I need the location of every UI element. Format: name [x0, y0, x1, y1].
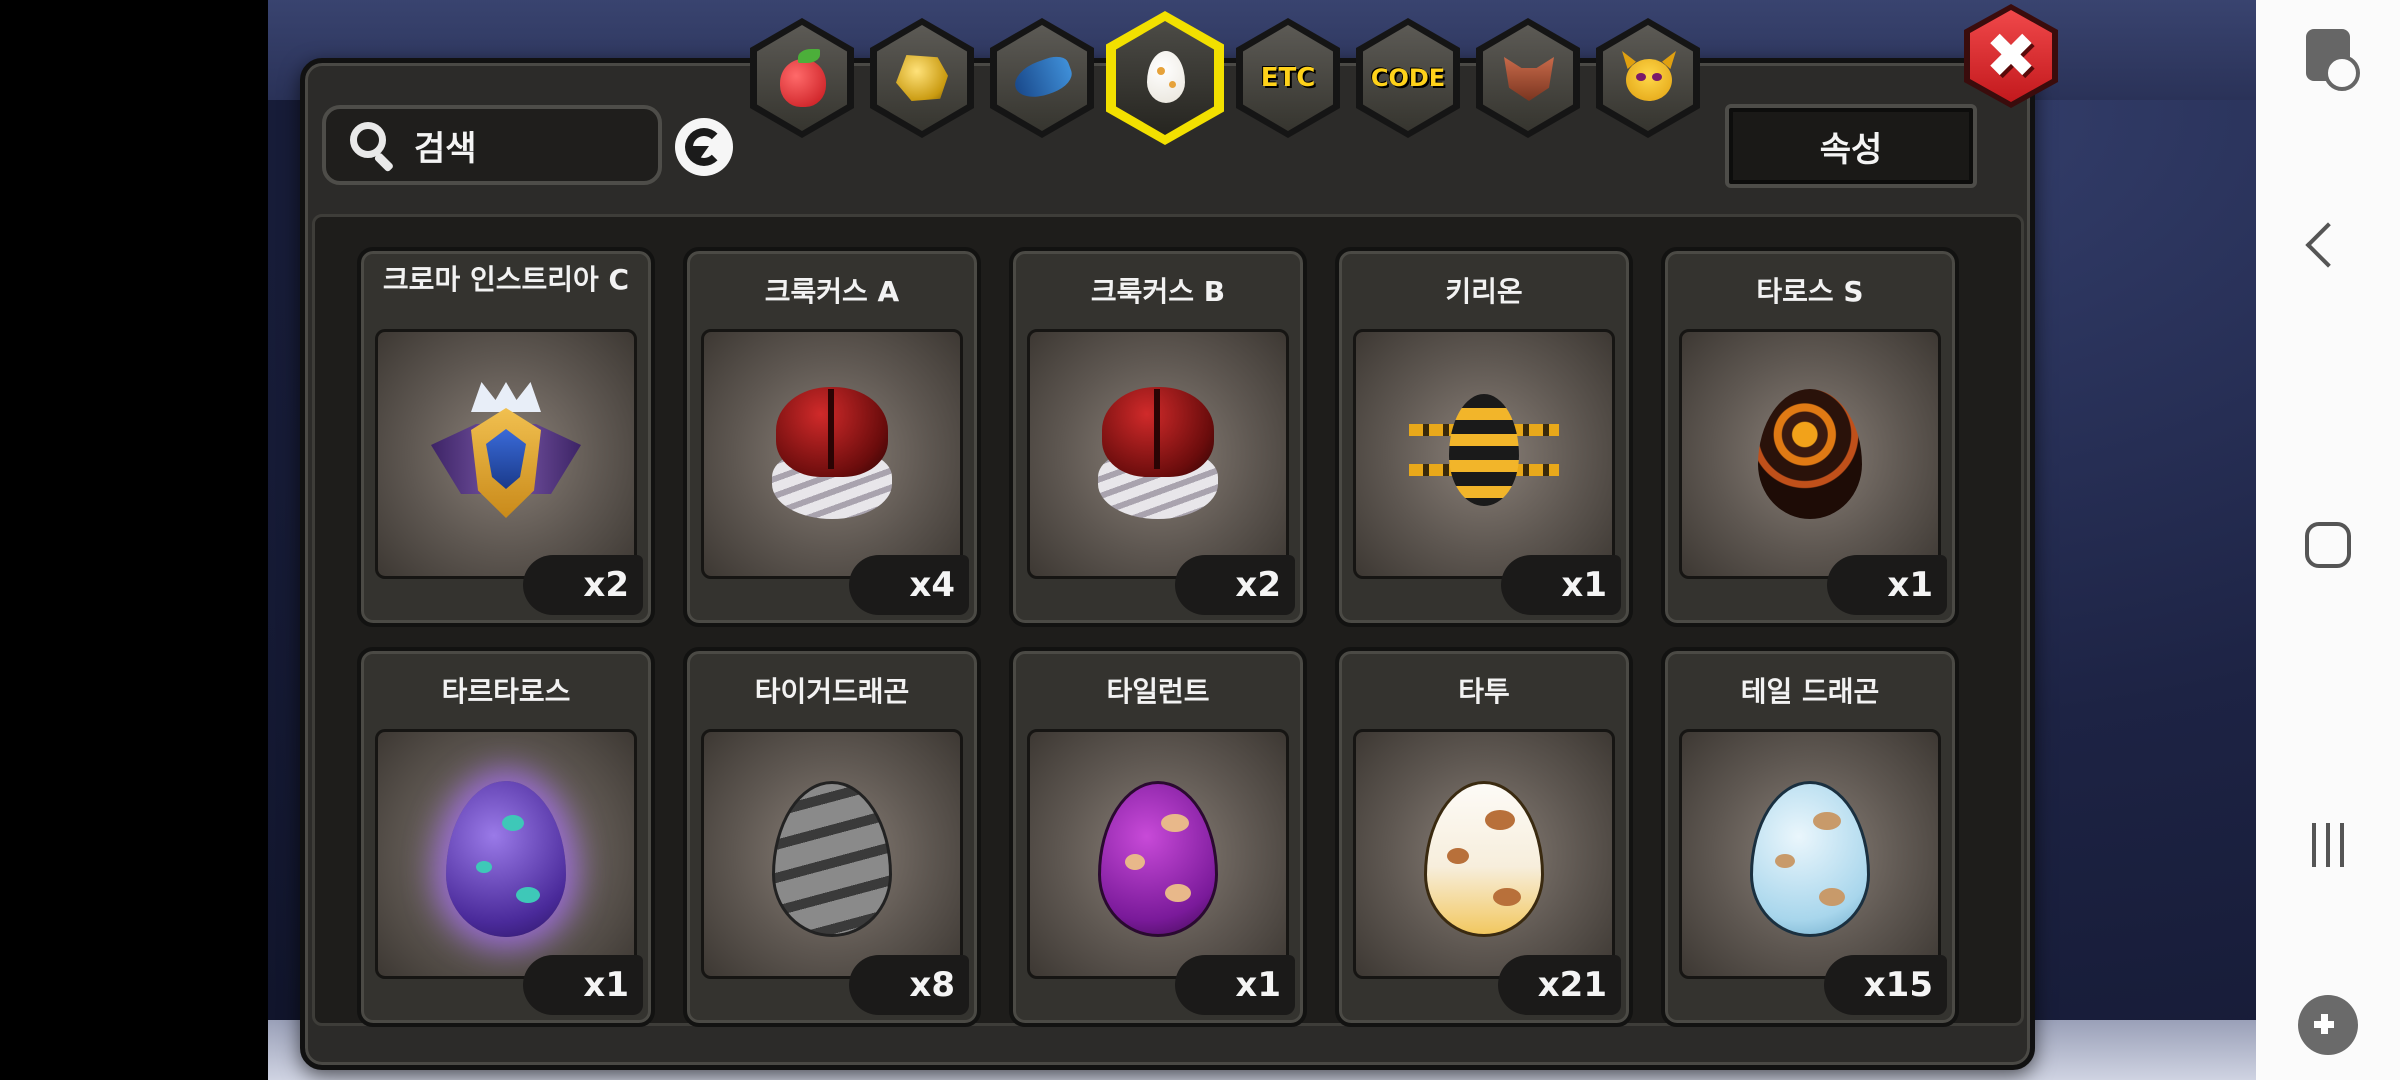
blue-dragon-icon	[1009, 47, 1077, 109]
game-tools-button[interactable]	[2256, 985, 2400, 1065]
category-tabs: ETC CODE	[750, 11, 1710, 145]
item-card[interactable]: 크룩커스 B x2	[1009, 247, 1307, 627]
item-card[interactable]: 타투 x21	[1335, 647, 1633, 1027]
item-grid: 크로마 인스트리아 C x2 크룩커스 A x4 크룩커스 B x2 키리온 x…	[312, 214, 2024, 1027]
search-input[interactable]: 검색	[322, 105, 662, 185]
item-card[interactable]: 테일 드래곤 x15	[1661, 647, 1959, 1027]
item-image	[701, 729, 963, 979]
item-card[interactable]: 키리온 x1	[1335, 247, 1633, 627]
item-count: x1	[1827, 555, 1947, 615]
ornate-crest-egg-icon	[431, 374, 581, 534]
home-icon	[2305, 522, 2351, 568]
red-shell-egg-icon	[762, 379, 902, 529]
item-count: x8	[849, 955, 969, 1015]
tab-etc-label: ETC	[1260, 63, 1316, 93]
horned-face-icon	[1618, 47, 1678, 109]
back-button[interactable]	[2256, 200, 2400, 290]
item-image	[1027, 729, 1289, 979]
home-button[interactable]	[2256, 500, 2400, 590]
fruit-icon	[772, 47, 832, 109]
gamepad-icon	[2298, 995, 2358, 1055]
item-name: 타로스 S	[1756, 275, 1864, 308]
item-name: 타투	[1458, 675, 1510, 708]
magenta-egg-icon	[1098, 780, 1218, 937]
item-image	[1353, 329, 1615, 579]
recent-apps-button[interactable]	[2256, 800, 2400, 890]
item-image	[375, 729, 637, 979]
item-image	[1679, 729, 1941, 979]
item-card[interactable]: 크로마 인스트리아 C x2	[357, 247, 655, 627]
item-name: 크룩커스 B	[1090, 275, 1226, 308]
item-image	[1027, 329, 1289, 579]
touch-icon	[2306, 29, 2360, 91]
cream-egg-icon	[1424, 780, 1544, 937]
item-name: 키리온	[1445, 275, 1523, 308]
item-count: x2	[1175, 555, 1295, 615]
close-icon: ✖	[1985, 19, 2037, 92]
purple-glow-egg-icon	[446, 780, 566, 937]
tab-code[interactable]: CODE	[1356, 18, 1460, 138]
item-card[interactable]: 크룩커스 A x4	[683, 247, 981, 627]
lava-egg-icon	[1758, 389, 1862, 519]
tab-code-label: CODE	[1370, 64, 1446, 92]
light-blue-egg-icon	[1750, 780, 1870, 937]
item-image	[1353, 729, 1615, 979]
attribute-button[interactable]: 속성	[1725, 104, 1977, 188]
tab-etc[interactable]: ETC	[1236, 18, 1340, 138]
item-count: x2	[523, 555, 643, 615]
item-count: x1	[523, 955, 643, 1015]
item-image	[375, 329, 637, 579]
system-nav-bar	[2256, 0, 2400, 1080]
refresh-icon	[685, 128, 723, 166]
item-count: x1	[1501, 555, 1621, 615]
chevron-left-icon	[2305, 222, 2351, 268]
egg-icon	[1135, 47, 1195, 109]
item-name: 크로마 인스트리아 C	[382, 263, 630, 296]
screen-capture-button[interactable]	[2256, 20, 2400, 91]
red-shell-egg-icon	[1088, 379, 1228, 529]
search-placeholder: 검색	[414, 128, 477, 169]
item-card[interactable]: 타로스 S x1	[1661, 247, 1959, 627]
item-name: 크룩커스 A	[764, 275, 900, 308]
item-count: x21	[1497, 955, 1621, 1015]
search-icon	[346, 118, 400, 173]
item-card[interactable]: 타르타로스 x1	[357, 647, 655, 1027]
item-image	[701, 329, 963, 579]
item-image	[1679, 329, 1941, 579]
item-name: 타르타로스	[441, 675, 571, 708]
gray-striped-egg-icon	[772, 780, 892, 937]
gold-nugget-icon	[892, 47, 952, 109]
item-count: x4	[849, 555, 969, 615]
recent-apps-icon	[2312, 823, 2344, 867]
tab-egg[interactable]	[1106, 11, 1224, 145]
tab-dragon[interactable]	[990, 18, 1094, 138]
tab-mask[interactable]	[1596, 18, 1700, 138]
item-card[interactable]: 타이거드래곤 x8	[683, 647, 981, 1027]
item-count: x1	[1175, 955, 1295, 1015]
tab-fruit[interactable]	[750, 18, 854, 138]
tab-beast[interactable]	[1476, 18, 1580, 138]
item-name: 타이거드래곤	[754, 675, 910, 708]
item-count: x15	[1823, 955, 1947, 1015]
refresh-button[interactable]	[675, 118, 733, 176]
item-card[interactable]: 타일런트 x1	[1009, 647, 1307, 1027]
tab-gold[interactable]	[870, 18, 974, 138]
wolf-head-icon	[1498, 47, 1558, 109]
striped-bee-egg-icon	[1409, 394, 1559, 514]
item-name: 타일런트	[1106, 675, 1210, 708]
item-name: 테일 드래곤	[1740, 675, 1880, 708]
